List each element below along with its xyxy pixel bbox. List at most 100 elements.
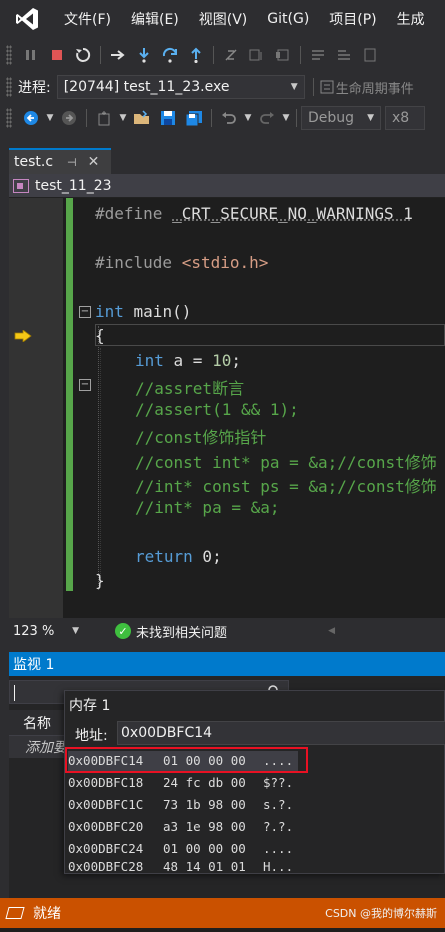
navigate-back-icon[interactable]: [18, 106, 44, 130]
separator: [300, 46, 301, 64]
open-folder-icon[interactable]: [129, 106, 155, 130]
memory-address: 0x00DBFC28: [68, 860, 163, 874]
memory-chars: s.?.: [263, 797, 293, 812]
redo-dropdown-icon[interactable]: ▼: [280, 106, 292, 130]
code-line: #define _CRT_SECURE_NO_WARNINGS 1: [95, 204, 413, 223]
memory-bytes: 24 fc db 00: [163, 772, 263, 794]
save-icon[interactable]: [155, 106, 181, 130]
code-line: //assert(1 && 1);: [135, 400, 299, 419]
process-select[interactable]: [20744] test_11_23.exe ▼: [57, 75, 305, 99]
comment-lines-icon[interactable]: [305, 43, 331, 67]
redo-icon[interactable]: [254, 106, 280, 130]
code-token: #include: [95, 253, 182, 272]
navigate-forward-icon[interactable]: [56, 106, 82, 130]
chevron-down-icon: ▼: [291, 82, 298, 92]
lifecycle-events-button[interactable]: 生命周期事件: [336, 78, 414, 97]
code-token: <stdio.h>: [182, 253, 269, 272]
code-token: int: [135, 351, 164, 370]
new-dropdown-icon[interactable]: ▼: [117, 106, 129, 130]
standard-toolbar: ▼ ▼ ▼ ▼ Debug ▼ x8: [0, 104, 445, 132]
toolbar-grip[interactable]: [6, 77, 12, 97]
memory-chars: H...: [263, 860, 293, 874]
show-next-statement-icon[interactable]: [105, 43, 131, 67]
close-icon[interactable]: ✕: [88, 154, 100, 170]
menu-file[interactable]: 文件(F): [54, 9, 121, 29]
address-input[interactable]: 0x00DBFC14: [117, 721, 445, 745]
check-circle-icon: ✓: [115, 623, 131, 639]
code-line: int main(): [95, 302, 191, 321]
text-caret: [14, 685, 15, 701]
code-editor[interactable]: − − #define _CRT_SECURE_NO_WARNINGS 1 #i…: [9, 198, 445, 618]
step-into-icon[interactable]: [131, 43, 157, 67]
back-dropdown-icon[interactable]: ▼: [44, 106, 56, 130]
highlight-box: [65, 747, 308, 773]
code-line: int a = 10;: [135, 351, 241, 370]
watch-panel-header[interactable]: 监视 1: [9, 652, 445, 676]
configuration-value: Debug: [308, 110, 354, 126]
status-bar: 就绪 CSDN @我的博尔赫斯: [0, 898, 445, 928]
code-token: return: [135, 547, 193, 566]
collapse-icon[interactable]: −: [79, 306, 91, 318]
toolbar-grip[interactable]: [6, 108, 12, 128]
memory-address: 0x00DBFC20: [68, 816, 163, 838]
stop-icon[interactable]: [44, 43, 70, 67]
toolbar-grip[interactable]: [6, 45, 12, 65]
navigation-bar[interactable]: test_11_23: [9, 174, 445, 198]
change-tracking-bar: [66, 198, 73, 591]
memory-row[interactable]: 0x00DBFC28 48 14 01 01 H...: [68, 860, 293, 874]
memory-bytes: 73 1b 98 00: [163, 794, 263, 816]
new-item-icon[interactable]: [91, 106, 117, 130]
menu-git[interactable]: Git(G): [257, 11, 319, 27]
status-text: 就绪: [33, 903, 61, 923]
code-token: _CRT_SECURE_NO_WARNINGS 1: [172, 204, 413, 223]
watch-title: 监视 1: [13, 654, 54, 674]
pause-icon[interactable]: [18, 43, 44, 67]
memory-chars: $??.: [263, 775, 293, 790]
code-token: ;: [231, 351, 241, 370]
project-name: test_11_23: [35, 178, 112, 194]
menu-build[interactable]: 生成: [387, 9, 435, 29]
menu-edit[interactable]: 编辑(E): [121, 9, 189, 29]
address-value: 0x00DBFC14: [121, 725, 212, 741]
bookmark-icon[interactable]: [357, 43, 383, 67]
lifecycle-events-icon[interactable]: [318, 75, 336, 99]
uncomment-lines-icon[interactable]: [331, 43, 357, 67]
scroll-left-icon[interactable]: ◀: [328, 626, 335, 636]
memory-address: 0x00DBFC1C: [68, 794, 163, 816]
restart-icon[interactable]: [70, 43, 96, 67]
column-name[interactable]: 名称: [23, 713, 51, 733]
separator: [213, 46, 214, 64]
chevron-down-icon: ▼: [367, 113, 374, 123]
memory-row[interactable]: 0x00DBFC24 01 00 00 00....: [68, 838, 293, 860]
zoom-select[interactable]: 123 % ▼: [9, 621, 85, 641]
code-line: }: [95, 571, 105, 590]
step-over-icon[interactable]: [157, 43, 183, 67]
issues-indicator[interactable]: ✓ 未找到相关问题: [115, 622, 227, 641]
step-out-icon[interactable]: [183, 43, 209, 67]
threads-icon[interactable]: [244, 43, 270, 67]
menu-project[interactable]: 项目(P): [319, 9, 386, 29]
code-token: 10: [212, 351, 231, 370]
platform-select[interactable]: x8: [385, 106, 425, 130]
memory-row[interactable]: 0x00DBFC18 24 fc db 00 $??.: [68, 772, 293, 794]
save-all-icon[interactable]: [181, 106, 207, 130]
tab-test-c[interactable]: test.c ⊣ ✕: [9, 148, 111, 174]
configuration-select[interactable]: Debug ▼: [301, 106, 381, 130]
stack-frame-icon[interactable]: [270, 43, 296, 67]
memory-row[interactable]: 0x00DBFC1C 73 1b 98 00 s.?.: [68, 794, 293, 816]
tab-label: test.c: [14, 154, 53, 170]
separator: [100, 46, 101, 64]
project-icon: [13, 179, 29, 193]
hex-display-icon[interactable]: [218, 43, 244, 67]
output-icon[interactable]: [5, 907, 24, 919]
pin-icon[interactable]: ⊣: [67, 156, 77, 169]
visual-studio-logo-icon[interactable]: [0, 0, 54, 38]
undo-dropdown-icon[interactable]: ▼: [242, 106, 254, 130]
collapse-icon[interactable]: −: [79, 379, 91, 391]
memory-row[interactable]: 0x00DBFC20 a3 1e 98 00?.?.: [68, 816, 293, 838]
memory-bytes: a3 1e 98 00: [163, 816, 263, 838]
undo-icon[interactable]: [216, 106, 242, 130]
menu-view[interactable]: 视图(V): [189, 9, 258, 29]
code-line: //assret断言: [135, 375, 244, 399]
indicator-margin[interactable]: [9, 198, 63, 618]
